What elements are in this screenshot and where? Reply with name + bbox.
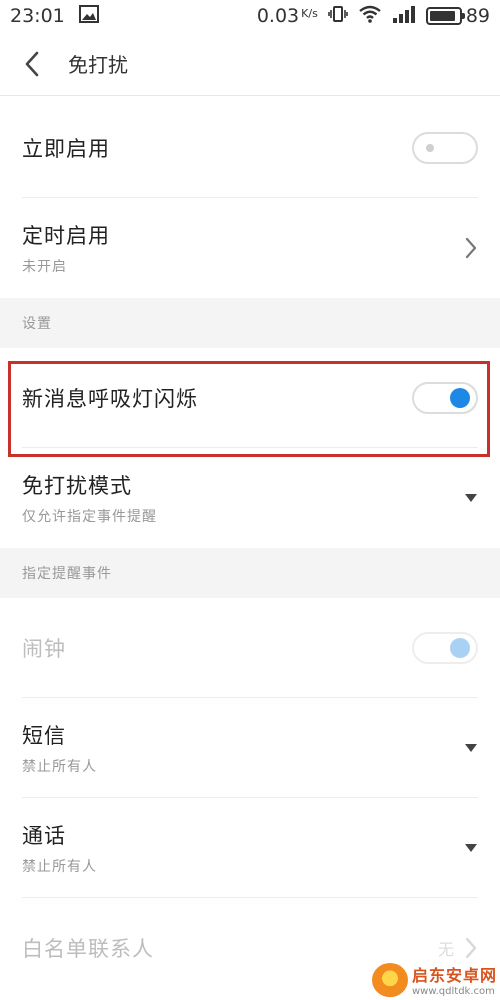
row-title: 定时启用 [22, 224, 110, 248]
row-subtitle: 未开启 [22, 259, 67, 275]
section-header-settings: 设置 [0, 298, 500, 348]
row-subtitle: 禁止所有人 [22, 859, 97, 875]
row-sms[interactable]: 短信 禁止所有人 [0, 698, 500, 798]
row-subtitle: 禁止所有人 [22, 759, 97, 775]
row-alarm: 闹钟 [0, 598, 500, 698]
battery-icon: 89 [425, 5, 490, 27]
page-title: 免打扰 [68, 53, 128, 77]
watermark: 启东安卓网 www.qdltdk.com [372, 962, 497, 997]
chevron-right-icon [465, 237, 477, 259]
battery-level: 89 [465, 5, 490, 27]
immediate-enable-toggle[interactable] [412, 132, 478, 164]
row-scheduled-enable[interactable]: 定时启用 未开启 [0, 198, 500, 298]
watermark-logo-icon [372, 962, 408, 997]
section-header-events: 指定提醒事件 [0, 548, 500, 598]
app-bar: 免打扰 [0, 32, 500, 96]
row-title: 白名单联系人 [22, 937, 154, 961]
row-title: 通话 [22, 824, 66, 848]
row-call[interactable]: 通话 禁止所有人 [0, 798, 500, 898]
battery-fill [429, 11, 455, 21]
watermark-url: www.qdltdk.com [412, 986, 495, 997]
battery-cap [461, 13, 465, 19]
battery-body [425, 7, 465, 25]
net-speed: 0.03 K/s [257, 5, 318, 27]
image-icon [78, 4, 99, 28]
row-title: 短信 [22, 724, 66, 748]
section-title: 指定提醒事件 [22, 566, 112, 582]
chevron-left-icon [25, 51, 39, 76]
net-speed-value: 0.03 [256, 5, 300, 27]
row-title: 闹钟 [22, 637, 66, 661]
alarm-toggle [412, 632, 478, 664]
status-bar: 23:01 0.03 K/s 89 [0, 0, 500, 32]
wifi-icon [358, 4, 382, 29]
caret-down-icon [465, 844, 477, 852]
toggle-knob [450, 638, 470, 658]
chevron-right-icon [465, 937, 477, 959]
back-button[interactable] [0, 32, 64, 96]
watermark-title: 启东安卓网 [412, 966, 498, 985]
row-title: 立即启用 [22, 137, 110, 161]
toggle-knob [426, 144, 434, 152]
vibrate-icon [328, 4, 348, 29]
whitelist-value: 无 [437, 940, 454, 959]
row-dnd-mode[interactable]: 免打扰模式 仅允许指定事件提醒 [0, 448, 500, 548]
row-immediate-enable[interactable]: 立即启用 [0, 98, 500, 198]
highlight-box [8, 361, 490, 457]
row-title: 免打扰模式 [22, 474, 132, 498]
row-subtitle: 仅允许指定事件提醒 [22, 509, 157, 525]
caret-down-icon [465, 494, 477, 502]
signal-icon [392, 4, 416, 29]
section-title: 设置 [22, 316, 52, 332]
caret-down-icon [465, 744, 477, 752]
status-time: 23:01 [10, 5, 65, 27]
net-speed-unit: K/s [301, 7, 318, 20]
